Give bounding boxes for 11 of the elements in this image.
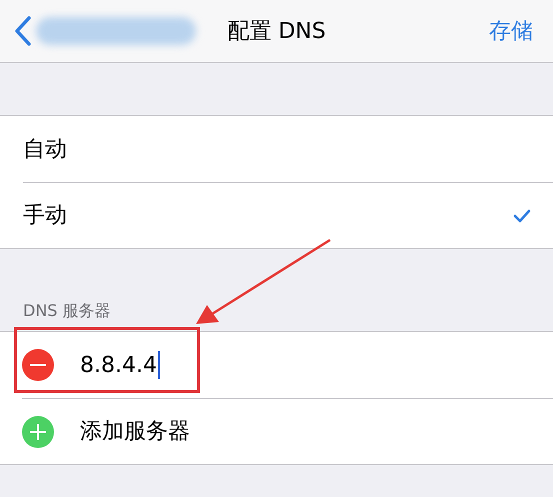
remove-icon[interactable] <box>22 349 54 381</box>
section-header: DNS 服务器 <box>23 300 111 322</box>
option-row[interactable]: 手动 <box>23 182 553 248</box>
option-row[interactable]: 自动 <box>0 116 553 182</box>
checkmark-icon <box>513 208 531 222</box>
window-title: 配置 DNS <box>227 18 326 46</box>
chevron-left-icon <box>14 16 32 46</box>
add-server-row[interactable]: 添加服务器 <box>22 398 553 464</box>
server-input-field[interactable]: 8.8.4.4 <box>80 348 160 382</box>
add-icon <box>22 416 54 448</box>
save-button[interactable]: 存储 <box>489 14 533 48</box>
